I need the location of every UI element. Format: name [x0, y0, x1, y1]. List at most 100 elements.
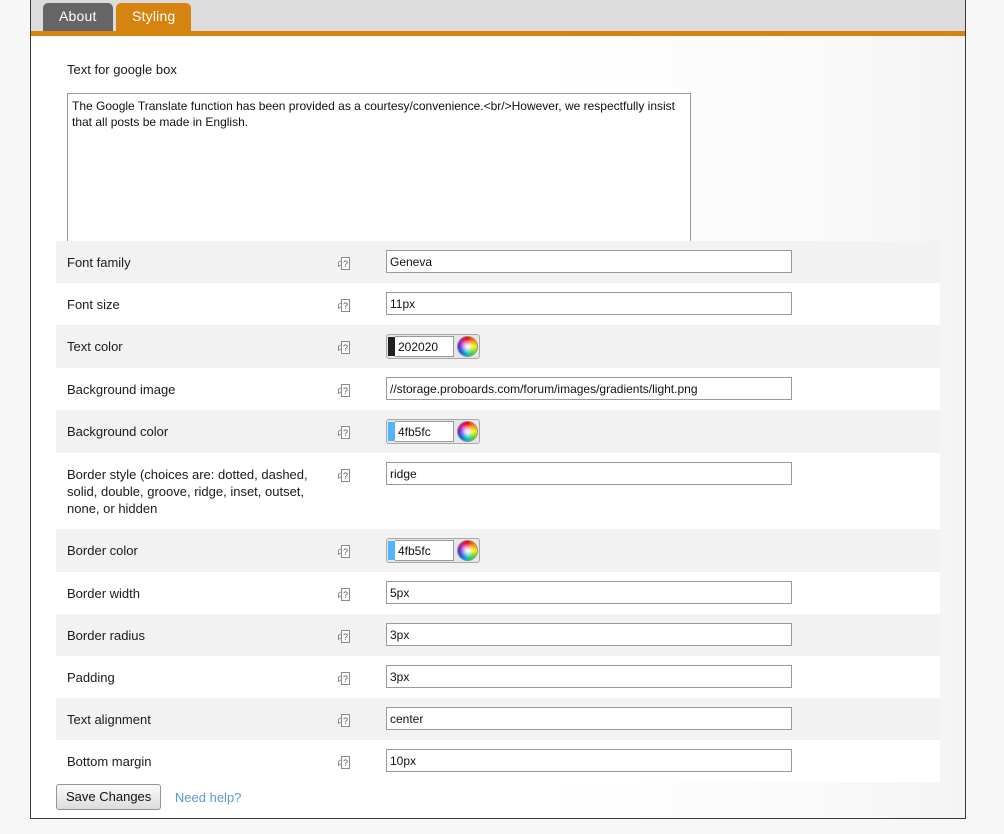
- setting-label: Background image: [67, 382, 176, 397]
- setting-field-cell: [386, 410, 940, 453]
- setting-row: Border radius?: [56, 614, 940, 656]
- setting-field-cell: [386, 368, 940, 409]
- settings-content: Text for google box ? The Google Transla…: [31, 36, 965, 818]
- google-box-text-input[interactable]: The Google Translate function has been p…: [67, 93, 691, 242]
- setting-row: Text alignment?: [56, 698, 940, 740]
- setting-label: Border radius: [67, 628, 146, 643]
- color-field: [386, 334, 480, 359]
- color-field: [386, 538, 480, 563]
- setting-label: Bottom margin: [67, 754, 152, 769]
- setting-row: Bottom margin?: [56, 740, 940, 782]
- color-swatch: [388, 337, 395, 356]
- setting-help-cell: ?: [338, 656, 386, 687]
- color-wheel-picker-icon[interactable]: [457, 540, 478, 561]
- help-placeholder-icon[interactable]: ?: [338, 630, 351, 645]
- help-placeholder-icon[interactable]: ?: [338, 257, 351, 272]
- setting-help-cell: ?: [338, 410, 386, 441]
- help-icon-box: ?: [341, 756, 350, 770]
- form-footer: Save Changes Need help?: [56, 777, 940, 817]
- setting-field-cell: [386, 656, 940, 697]
- setting-text-input[interactable]: [386, 377, 792, 400]
- tab-styling-label: Styling: [132, 8, 176, 24]
- setting-text-input[interactable]: [386, 292, 792, 315]
- setting-row: Padding?: [56, 656, 940, 698]
- tab-strip: About Styling: [31, 0, 965, 36]
- help-icon-box: ?: [341, 630, 350, 644]
- setting-help-cell: ?: [338, 283, 386, 314]
- setting-label: Font family: [67, 255, 131, 270]
- help-placeholder-icon[interactable]: ?: [338, 299, 351, 314]
- setting-row: Text color?: [56, 325, 940, 368]
- setting-field-cell: [386, 572, 940, 613]
- setting-row: Font size?: [56, 283, 940, 325]
- help-placeholder-icon[interactable]: ?: [338, 469, 351, 484]
- setting-help-cell: ?: [338, 529, 386, 560]
- setting-text-input[interactable]: [386, 665, 792, 688]
- setting-field-cell: [386, 740, 940, 781]
- setting-help-cell: ?: [338, 241, 386, 272]
- color-value-input[interactable]: [395, 540, 454, 561]
- help-placeholder-icon[interactable]: ?: [338, 545, 351, 560]
- help-placeholder-icon[interactable]: ?: [338, 426, 351, 441]
- help-placeholder-icon[interactable]: ?: [338, 384, 351, 399]
- save-changes-button[interactable]: Save Changes: [56, 784, 162, 810]
- google-box-text-row: Text for google box ? The Google Transla…: [31, 36, 965, 242]
- help-placeholder-icon[interactable]: ?: [338, 714, 351, 729]
- setting-help-cell: ?: [338, 368, 386, 399]
- color-value-input[interactable]: [395, 421, 454, 442]
- setting-text-input[interactable]: [386, 250, 792, 273]
- setting-row: Border style (choices are: dotted, dashe…: [56, 453, 940, 529]
- setting-label: Font size: [67, 297, 120, 312]
- setting-field-cell: [386, 241, 940, 282]
- need-help-link[interactable]: Need help?: [175, 790, 242, 805]
- help-icon-box: ?: [341, 672, 350, 686]
- setting-field-cell: [386, 614, 940, 655]
- setting-label: Text alignment: [67, 712, 151, 727]
- tab-about-label: About: [59, 8, 97, 24]
- setting-field-cell: [386, 283, 940, 324]
- help-icon-box: ?: [341, 384, 350, 398]
- setting-text-input[interactable]: [386, 462, 792, 485]
- setting-label: Border style (choices are: dotted, dashe…: [67, 467, 308, 516]
- setting-help-cell: ?: [338, 453, 386, 484]
- help-placeholder-icon[interactable]: ?: [338, 588, 351, 603]
- setting-field-cell: [386, 529, 940, 572]
- setting-row: Background image?: [56, 368, 940, 410]
- help-icon-box: ?: [341, 545, 350, 559]
- setting-text-input[interactable]: [386, 581, 792, 604]
- setting-field-cell: [386, 325, 940, 368]
- tab-about[interactable]: About: [43, 3, 113, 31]
- tab-styling[interactable]: Styling: [116, 3, 192, 31]
- setting-label: Border width: [67, 586, 140, 601]
- help-icon-box: ?: [341, 714, 350, 728]
- color-swatch: [388, 541, 395, 560]
- setting-row: Border width?: [56, 572, 940, 614]
- help-icon-box: ?: [341, 588, 350, 602]
- color-wheel-picker-icon[interactable]: [457, 421, 478, 442]
- help-placeholder-icon[interactable]: ?: [338, 341, 351, 356]
- help-icon-box: ?: [341, 469, 350, 483]
- google-box-text-label: Text for google box: [67, 62, 177, 77]
- setting-field-cell: [386, 453, 940, 494]
- setting-label: Background color: [67, 424, 169, 439]
- setting-row: Border color?: [56, 529, 940, 572]
- color-field: [386, 419, 480, 444]
- setting-text-input[interactable]: [386, 707, 792, 730]
- setting-text-input[interactable]: [386, 623, 792, 646]
- help-placeholder-icon[interactable]: ?: [338, 756, 351, 771]
- setting-field-cell: [386, 698, 940, 739]
- setting-help-cell: ?: [338, 572, 386, 603]
- help-icon-box: ?: [341, 299, 350, 313]
- plugin-settings-panel: About Styling Text for google box ? The …: [30, 0, 966, 819]
- settings-rows: Font family?Font size?Text color?Backgro…: [56, 241, 940, 782]
- color-swatch: [388, 422, 395, 441]
- setting-row: Font family?: [56, 241, 940, 283]
- setting-help-cell: ?: [338, 614, 386, 645]
- setting-help-cell: ?: [338, 740, 386, 771]
- help-placeholder-icon[interactable]: ?: [338, 672, 351, 687]
- color-value-input[interactable]: [395, 336, 454, 357]
- setting-text-input[interactable]: [386, 749, 792, 772]
- setting-label: Text color: [67, 339, 123, 354]
- setting-row: Background color?: [56, 410, 940, 453]
- color-wheel-picker-icon[interactable]: [457, 336, 478, 357]
